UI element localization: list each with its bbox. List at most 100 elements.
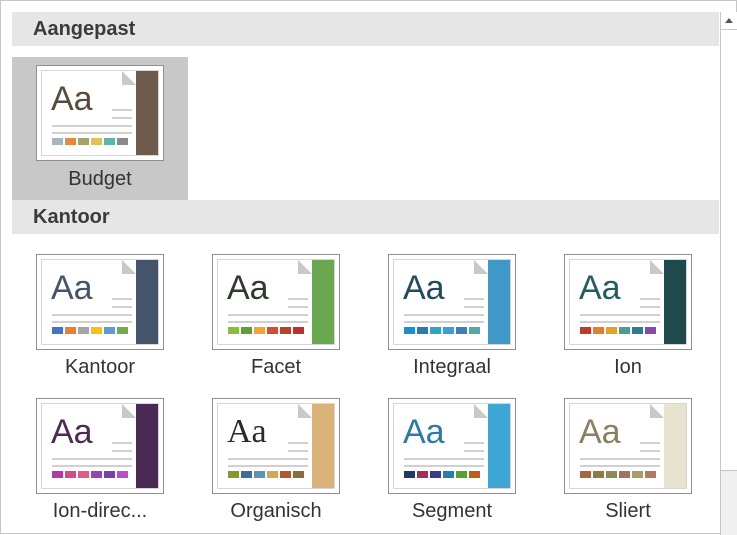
theme-preview-page: Aa (41, 259, 159, 345)
theme-item[interactable]: Aa Facet (188, 246, 364, 390)
page-fold-corner (474, 260, 488, 274)
theme-item[interactable]: Aa Budget (12, 57, 188, 201)
theme-accent-band (312, 404, 334, 488)
color-swatches (52, 327, 128, 334)
preview-text-line (288, 450, 308, 452)
font-sample-text: Aa (51, 413, 93, 451)
preview-text-line (228, 314, 308, 316)
theme-item[interactable]: Aa Segment (364, 390, 540, 534)
color-swatch (469, 327, 480, 334)
theme-preview-page: Aa (41, 70, 159, 156)
preview-text-line (580, 465, 660, 467)
color-swatch (645, 471, 656, 478)
preview-text-line (52, 465, 132, 467)
theme-item[interactable]: Aa Organisch (188, 390, 364, 534)
preview-text-line (112, 109, 132, 111)
color-swatch (91, 471, 102, 478)
theme-label: Ion (614, 356, 642, 378)
theme-preview-page: Aa (393, 403, 511, 489)
color-swatch (632, 471, 643, 478)
preview-text-line (580, 314, 660, 316)
page-fold-corner (650, 404, 664, 418)
color-swatch (254, 327, 265, 334)
preview-text-line (404, 321, 484, 323)
theme-accent-band (136, 71, 158, 155)
color-swatch (241, 471, 252, 478)
color-swatch (580, 471, 591, 478)
color-swatch (606, 327, 617, 334)
color-swatch (404, 471, 415, 478)
color-swatches (52, 471, 128, 478)
theme-item[interactable]: Aa Integraal (364, 246, 540, 390)
color-swatch (280, 327, 291, 334)
color-swatch (443, 327, 454, 334)
scroll-track-lower[interactable] (721, 470, 737, 535)
theme-label: Organisch (230, 500, 322, 522)
theme-accent-band (664, 404, 686, 488)
vertical-scrollbar[interactable] (720, 12, 737, 535)
arrow-up-icon (725, 18, 733, 23)
color-swatches (228, 327, 304, 334)
color-swatch (417, 471, 428, 478)
section-header-custom: Aangepast (12, 12, 719, 46)
theme-item[interactable]: Aa Ion-direc... (12, 390, 188, 534)
color-swatch (228, 327, 239, 334)
theme-thumbnail: Aa (36, 65, 164, 161)
preview-text-line (404, 314, 484, 316)
theme-label: Kantoor (64, 356, 136, 378)
theme-gallery-panel: Aangepast Aa Budget Kantoor Aa Kantoor Aa Fa… (0, 0, 737, 535)
color-swatches (404, 327, 480, 334)
theme-item[interactable]: Aa Sliert (540, 390, 716, 534)
preview-text-line (112, 306, 132, 308)
color-swatch (228, 471, 239, 478)
color-swatch (293, 471, 304, 478)
preview-text-line (52, 132, 132, 134)
theme-item[interactable]: Aa Kantoor (12, 246, 188, 390)
page-fold-corner (474, 404, 488, 418)
theme-item[interactable]: Aa Ion (540, 246, 716, 390)
preview-text-line (228, 465, 308, 467)
page-fold-corner (122, 404, 136, 418)
preview-text-line (228, 458, 308, 460)
preview-text-line (288, 298, 308, 300)
preview-text-line (464, 298, 484, 300)
theme-preview-page: Aa (217, 259, 335, 345)
theme-accent-band (488, 404, 510, 488)
color-swatch (91, 138, 102, 145)
color-swatch (52, 471, 63, 478)
color-swatch (65, 471, 76, 478)
color-swatch (117, 138, 128, 145)
theme-preview-page: Aa (569, 259, 687, 345)
color-swatch (104, 471, 115, 478)
color-swatches (228, 471, 304, 478)
color-swatch (78, 471, 89, 478)
color-swatch (254, 471, 265, 478)
preview-text-line (464, 450, 484, 452)
theme-preview-page: Aa (393, 259, 511, 345)
color-swatch (469, 471, 480, 478)
font-sample-text: Aa (227, 269, 269, 307)
theme-label: Sliert (605, 500, 651, 522)
preview-text-line (288, 442, 308, 444)
theme-thumbnail: Aa (564, 254, 692, 350)
theme-thumbnail: Aa (388, 398, 516, 494)
color-swatch (280, 471, 291, 478)
scroll-track[interactable] (721, 30, 737, 470)
theme-label: Integraal (413, 356, 491, 378)
font-sample-text: Aa (51, 269, 93, 307)
color-swatch (78, 138, 89, 145)
preview-text-line (112, 117, 132, 119)
color-swatch (430, 327, 441, 334)
color-swatch (606, 471, 617, 478)
theme-thumbnail: Aa (212, 398, 340, 494)
font-sample-text: Aa (403, 413, 445, 451)
font-sample-text: Aa (579, 413, 621, 451)
preview-text-line (228, 321, 308, 323)
preview-text-line (112, 298, 132, 300)
theme-accent-band (664, 260, 686, 344)
scroll-up-button[interactable] (721, 12, 737, 30)
color-swatch (267, 327, 278, 334)
preview-text-line (640, 306, 660, 308)
color-swatch (91, 327, 102, 334)
color-swatch (267, 471, 278, 478)
